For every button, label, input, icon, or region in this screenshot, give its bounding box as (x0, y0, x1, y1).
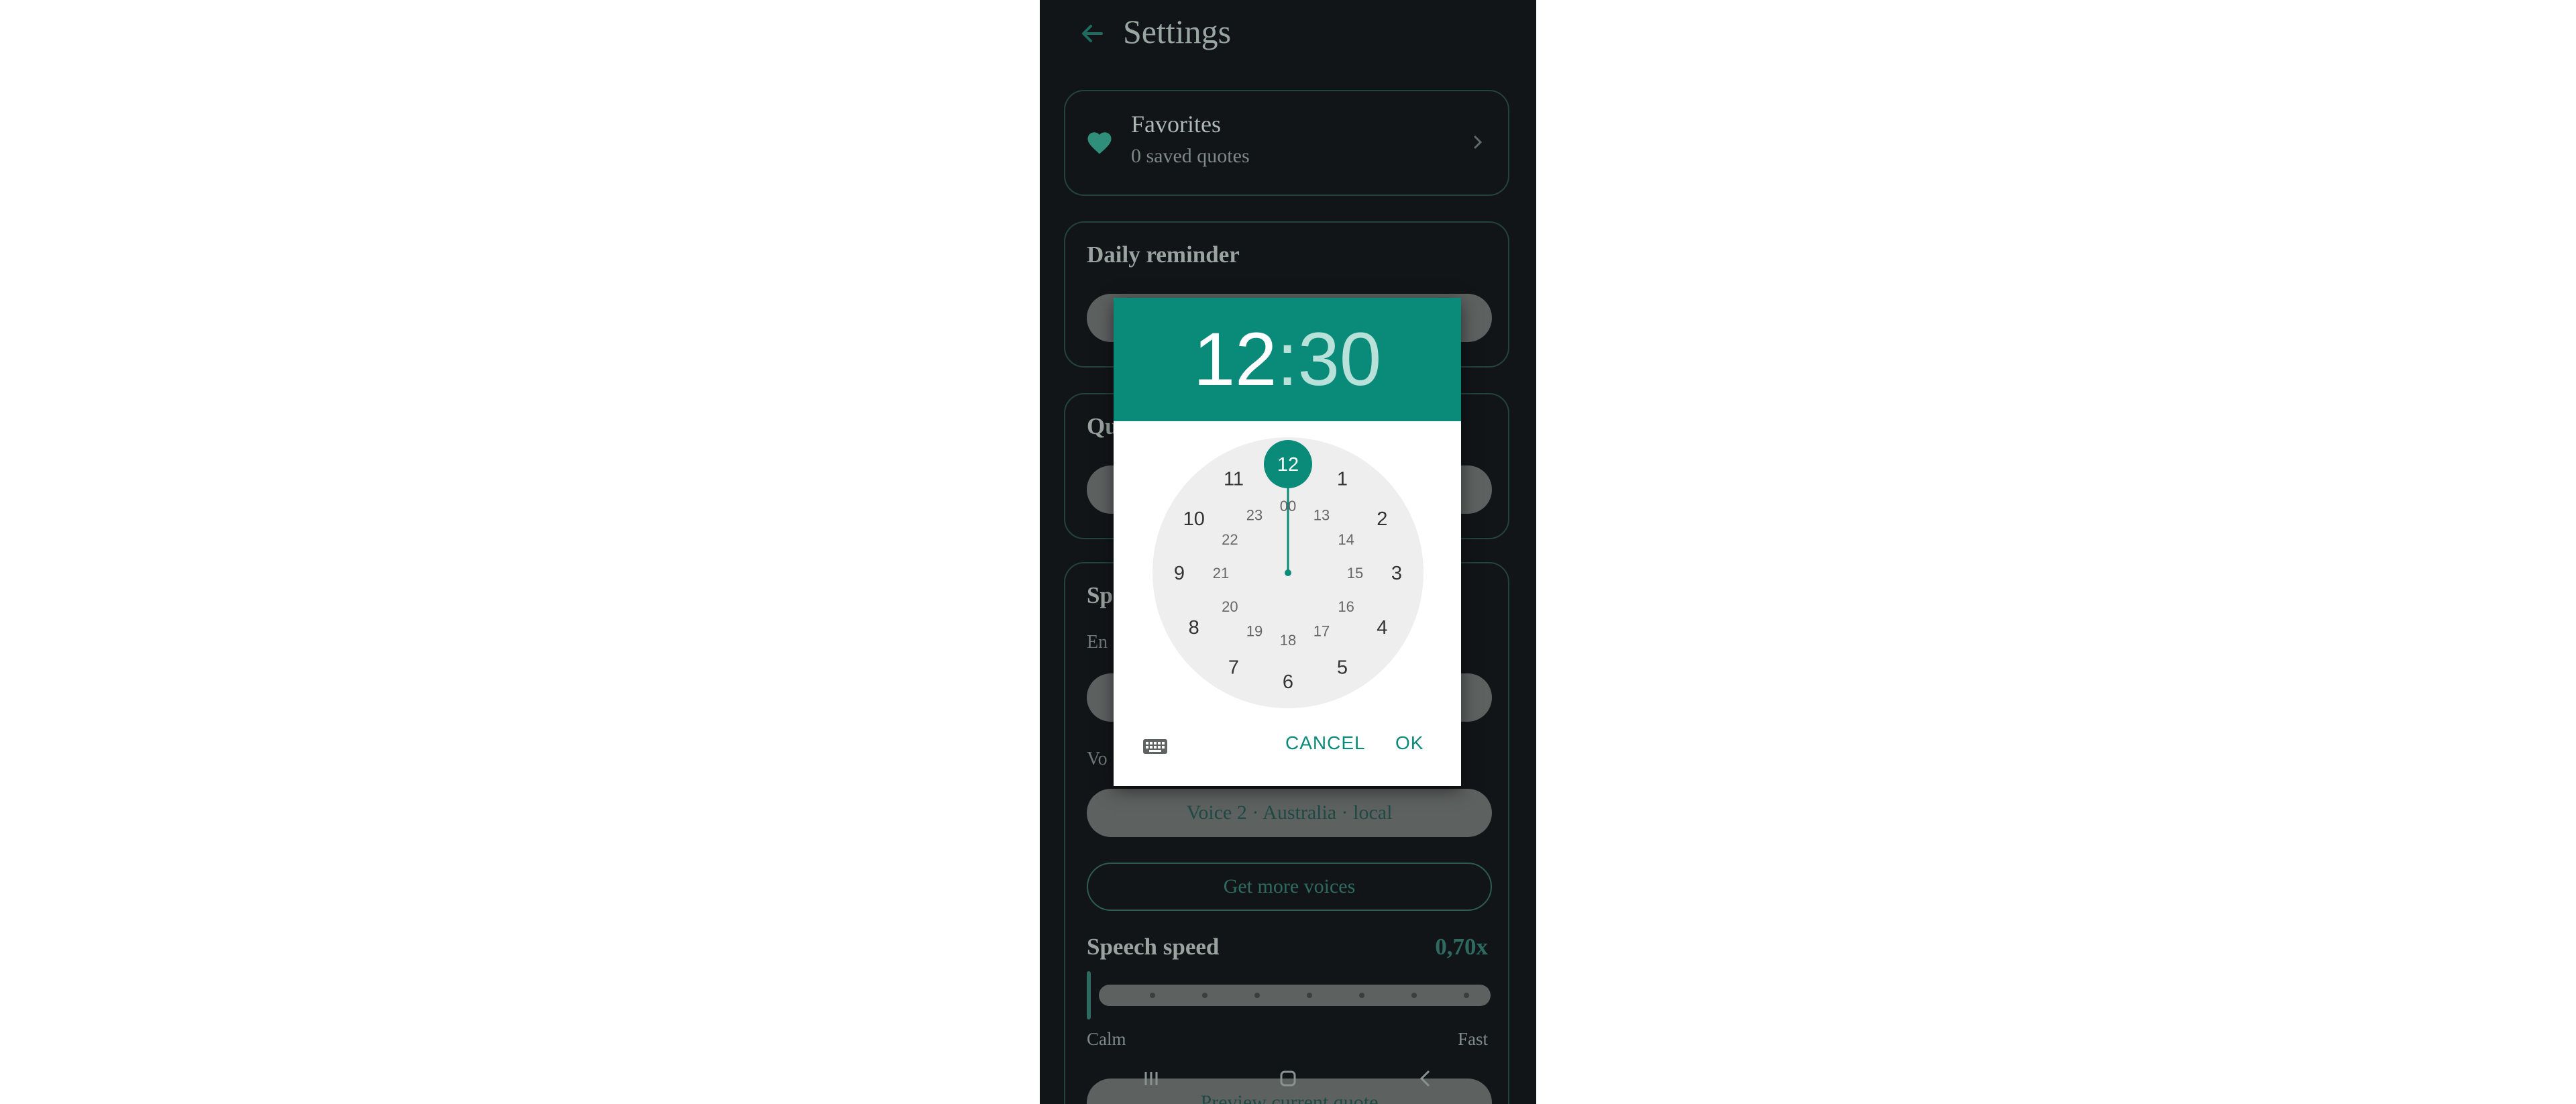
speech-speed-label: Speech speed (1087, 934, 1220, 960)
slider-tick (1150, 993, 1155, 998)
slider-tick (1202, 993, 1208, 998)
favorites-card[interactable]: Favorites 0 saved quotes (1064, 90, 1509, 196)
time-display: 12:30 (1114, 318, 1461, 401)
clock-hour-17[interactable]: 17 (1313, 623, 1330, 640)
fast-label: Fast (1457, 1029, 1488, 1049)
recent-apps-icon[interactable] (1138, 1065, 1165, 1092)
back-nav-icon[interactable] (1413, 1065, 1440, 1092)
clock-hour-18[interactable]: 18 (1280, 632, 1296, 649)
time-picker-dialog: 12:30 12 1 2 3 4 5 6 7 8 9 10 11 00 13 14 15 16 17 18 19 20… (1114, 298, 1461, 786)
clock-hour-4[interactable]: 4 (1377, 617, 1387, 639)
slider-tick (1464, 993, 1469, 998)
slider-tick (1359, 993, 1364, 998)
clock-hour-16[interactable]: 16 (1338, 598, 1354, 615)
voice-label: Vo (1087, 749, 1108, 769)
clock-hour-2[interactable]: 2 (1377, 508, 1387, 530)
clock-hour-22[interactable]: 22 (1222, 531, 1238, 548)
home-icon[interactable] (1275, 1065, 1301, 1092)
minute-display[interactable]: 30 (1298, 317, 1382, 401)
engine-label: En (1087, 632, 1108, 653)
slider-handle[interactable] (1087, 971, 1091, 1019)
ok-button[interactable]: OK (1395, 732, 1424, 754)
speech-speed-slider[interactable] (1099, 985, 1491, 1006)
system-navbar (1040, 1053, 1536, 1104)
cancel-button[interactable]: CANCEL (1285, 732, 1366, 754)
clock-hour-14[interactable]: 14 (1338, 531, 1354, 548)
clock-hour-20[interactable]: 20 (1222, 598, 1238, 615)
speech-speed-value: 0,70x (1435, 934, 1488, 960)
clock-hour-7[interactable]: 7 (1228, 657, 1239, 678)
clock-hour-15[interactable]: 15 (1347, 565, 1363, 582)
clock-hour-5[interactable]: 5 (1337, 657, 1348, 678)
favorites-title: Favorites (1131, 111, 1221, 137)
back-arrow-icon[interactable] (1079, 20, 1106, 47)
slider-tick (1307, 993, 1312, 998)
keyboard-icon[interactable] (1142, 736, 1169, 757)
clock-hour-21[interactable]: 21 (1213, 565, 1229, 582)
clock-hour-19[interactable]: 19 (1246, 623, 1263, 640)
clock-hour-11[interactable]: 11 (1224, 469, 1244, 490)
daily-reminder-title: Daily reminder (1087, 241, 1240, 268)
slider-tick (1254, 993, 1260, 998)
clock-hour-10[interactable]: 10 (1183, 508, 1205, 530)
app-header: Settings (1040, 0, 1536, 74)
hour-display[interactable]: 12 (1193, 317, 1277, 401)
time-header: 12:30 (1114, 298, 1461, 421)
clock-hour-00[interactable]: 00 (1280, 498, 1296, 514)
clock-face[interactable]: 121234567891011 001314151617181920212223 (1152, 437, 1424, 708)
clock-hour-13[interactable]: 13 (1313, 506, 1330, 523)
slider-tick (1411, 993, 1417, 998)
clock-hour-8[interactable]: 8 (1189, 617, 1199, 639)
calm-label: Calm (1087, 1029, 1126, 1049)
chevron-right-icon (1474, 135, 1483, 149)
clock-hour-6[interactable]: 6 (1283, 671, 1293, 693)
clock-center (1285, 569, 1291, 576)
favorites-count: 0 saved quotes (1131, 145, 1250, 167)
clock-hour-1[interactable]: 1 (1337, 469, 1348, 490)
clock-hour-12[interactable]: 12 (1277, 454, 1299, 476)
page-title: Settings (1123, 13, 1232, 50)
heart-icon (1087, 132, 1112, 154)
clock-hour-9[interactable]: 9 (1174, 563, 1185, 584)
voice-select[interactable]: Voice 2 · Australia · local (1087, 789, 1492, 837)
clock-hour-23[interactable]: 23 (1246, 506, 1263, 523)
speech-section-title: Sp (1087, 582, 1113, 608)
clock-hour-3[interactable]: 3 (1391, 563, 1402, 584)
time-separator: : (1277, 317, 1298, 401)
get-more-voices-button[interactable]: Get more voices (1087, 863, 1492, 911)
